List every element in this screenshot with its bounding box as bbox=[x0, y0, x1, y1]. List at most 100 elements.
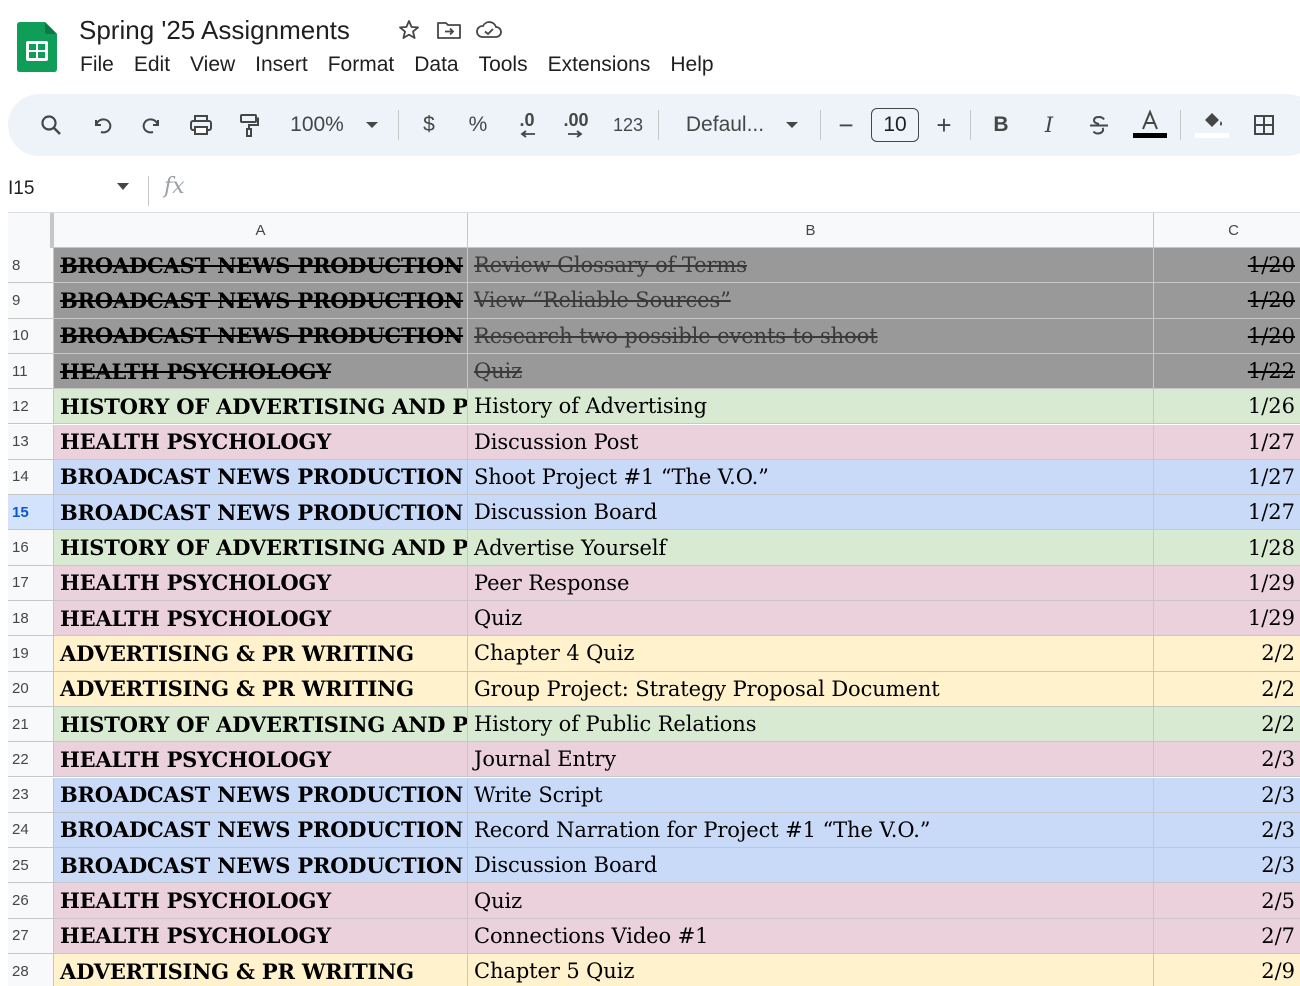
cell-course[interactable]: HEALTH PSYCHOLOGY bbox=[54, 601, 468, 636]
cell-course[interactable]: BROADCAST NEWS PRODUCTION bbox=[54, 283, 468, 318]
cell-assignment[interactable]: Connections Video #1 bbox=[468, 918, 1154, 953]
font-size-input[interactable]: 10 bbox=[871, 108, 919, 142]
cell-assignment[interactable]: Group Project: Strategy Proposal Documen… bbox=[468, 671, 1154, 706]
redo-icon[interactable] bbox=[136, 94, 166, 156]
cell-due-date[interactable]: 1/29 bbox=[1154, 601, 1300, 636]
text-color-icon[interactable] bbox=[1130, 94, 1170, 156]
menu-extensions[interactable]: Extensions bbox=[538, 48, 661, 82]
cell-assignment[interactable]: History of Advertising bbox=[468, 389, 1154, 424]
cell-course[interactable]: BROADCAST NEWS PRODUCTION bbox=[54, 495, 468, 530]
decrease-font-size-button[interactable]: − bbox=[834, 94, 858, 156]
cell-course[interactable]: BROADCAST NEWS PRODUCTION bbox=[54, 777, 468, 812]
row-header[interactable]: 16 bbox=[8, 530, 54, 565]
document-title[interactable]: Spring '25 Assignments bbox=[79, 12, 350, 48]
row-header[interactable]: 25 bbox=[8, 848, 54, 883]
cell-assignment[interactable]: Quiz bbox=[468, 601, 1154, 636]
cell-course[interactable]: HISTORY OF ADVERTISING AND PR bbox=[54, 706, 468, 742]
cell-assignment[interactable]: Write Script bbox=[468, 777, 1154, 812]
column-header-c[interactable]: C bbox=[1154, 213, 1300, 248]
row-header[interactable]: 11 bbox=[8, 353, 54, 389]
cell-assignment[interactable]: Quiz bbox=[468, 883, 1154, 918]
undo-icon[interactable] bbox=[88, 94, 118, 156]
cell-due-date[interactable]: 2/5 bbox=[1154, 883, 1300, 918]
row-header[interactable]: 18 bbox=[8, 601, 54, 636]
cell-due-date[interactable]: 2/3 bbox=[1154, 777, 1300, 812]
cell-due-date[interactable]: 2/2 bbox=[1154, 671, 1300, 706]
paint-format-icon[interactable] bbox=[234, 94, 264, 156]
strikethrough-icon[interactable] bbox=[1086, 94, 1112, 156]
cell-due-date[interactable]: 1/27 bbox=[1154, 424, 1300, 459]
cell-due-date[interactable]: 1/20 bbox=[1154, 248, 1300, 283]
cell-due-date[interactable]: 2/7 bbox=[1154, 918, 1300, 953]
row-header[interactable]: 12 bbox=[8, 389, 54, 424]
cell-course[interactable]: BROADCAST NEWS PRODUCTION bbox=[54, 459, 468, 495]
cell-due-date[interactable]: 1/28 bbox=[1154, 530, 1300, 565]
cell-due-date[interactable]: 2/2 bbox=[1154, 706, 1300, 742]
cell-due-date[interactable]: 1/27 bbox=[1154, 495, 1300, 530]
cloud-status-icon[interactable] bbox=[475, 16, 503, 44]
row-header[interactable]: 8 bbox=[8, 248, 54, 283]
cell-assignment[interactable]: Discussion Board bbox=[468, 848, 1154, 883]
sheets-logo-icon[interactable] bbox=[17, 22, 57, 72]
cell-due-date[interactable]: 2/3 bbox=[1154, 742, 1300, 777]
menu-data[interactable]: Data bbox=[404, 48, 468, 82]
font-dropdown-icon[interactable] bbox=[782, 94, 802, 156]
cell-assignment[interactable]: Peer Response bbox=[468, 565, 1154, 600]
cell-assignment[interactable]: Shoot Project #1 “The V.O.” bbox=[468, 459, 1154, 495]
cell-assignment[interactable]: Discussion Board bbox=[468, 495, 1154, 530]
cell-due-date[interactable]: 1/22 bbox=[1154, 353, 1300, 389]
more-formats-button[interactable]: 123 bbox=[610, 94, 646, 156]
row-header[interactable]: 21 bbox=[8, 706, 54, 742]
cell-assignment[interactable]: Record Narration for Project #1 “The V.O… bbox=[468, 812, 1154, 848]
cell-due-date[interactable]: 1/20 bbox=[1154, 283, 1300, 318]
column-header-a[interactable]: A bbox=[54, 213, 468, 248]
menu-help[interactable]: Help bbox=[660, 48, 723, 82]
cell-course[interactable]: ADVERTISING & PR WRITING bbox=[54, 954, 468, 986]
cell-course[interactable]: HISTORY OF ADVERTISING AND PR bbox=[54, 389, 468, 424]
row-header[interactable]: 27 bbox=[8, 918, 54, 953]
cell-due-date[interactable]: 1/20 bbox=[1154, 318, 1300, 353]
row-header[interactable]: 13 bbox=[8, 424, 54, 459]
cell-assignment[interactable]: Quiz bbox=[468, 353, 1154, 389]
print-icon[interactable] bbox=[186, 94, 216, 156]
row-header[interactable]: 26 bbox=[8, 883, 54, 918]
decrease-decimal-button[interactable]: .0 bbox=[510, 94, 544, 156]
row-header[interactable]: 15 bbox=[8, 495, 54, 530]
cell-course[interactable]: HEALTH PSYCHOLOGY bbox=[54, 883, 468, 918]
cell-assignment[interactable]: Chapter 4 Quiz bbox=[468, 636, 1154, 671]
zoom-dropdown-icon[interactable] bbox=[362, 94, 382, 156]
menu-file[interactable]: File bbox=[70, 48, 124, 82]
cell-assignment[interactable]: Journal Entry bbox=[468, 742, 1154, 777]
row-header[interactable]: 19 bbox=[8, 636, 54, 671]
row-header[interactable]: 14 bbox=[8, 459, 54, 495]
name-box[interactable]: I15 bbox=[8, 176, 34, 202]
menu-edit[interactable]: Edit bbox=[124, 48, 180, 82]
cell-course[interactable]: BROADCAST NEWS PRODUCTION bbox=[54, 248, 468, 283]
move-to-folder-icon[interactable] bbox=[435, 16, 463, 44]
menu-format[interactable]: Format bbox=[318, 48, 405, 82]
cell-due-date[interactable]: 2/3 bbox=[1154, 812, 1300, 848]
cell-course[interactable]: BROADCAST NEWS PRODUCTION bbox=[54, 318, 468, 353]
row-header[interactable]: 22 bbox=[8, 742, 54, 777]
column-header-b[interactable]: B bbox=[468, 213, 1154, 248]
currency-format-button[interactable]: $ bbox=[418, 94, 440, 156]
cell-due-date[interactable]: 2/3 bbox=[1154, 848, 1300, 883]
font-family-select[interactable]: Defaul... bbox=[680, 94, 770, 156]
row-header[interactable]: 23 bbox=[8, 777, 54, 812]
row-header[interactable]: 17 bbox=[8, 565, 54, 600]
cell-due-date[interactable]: 2/9 bbox=[1154, 954, 1300, 986]
italic-button[interactable]: I bbox=[1038, 94, 1060, 156]
cell-due-date[interactable]: 2/2 bbox=[1154, 636, 1300, 671]
cell-course[interactable]: HEALTH PSYCHOLOGY bbox=[54, 565, 468, 600]
increase-decimal-button[interactable]: .00 bbox=[558, 94, 594, 156]
cell-due-date[interactable]: 1/27 bbox=[1154, 459, 1300, 495]
cell-course[interactable]: BROADCAST NEWS PRODUCTION bbox=[54, 812, 468, 848]
cell-assignment[interactable]: Chapter 5 Quiz bbox=[468, 954, 1154, 986]
row-header[interactable]: 9 bbox=[8, 283, 54, 318]
row-header[interactable]: 10 bbox=[8, 318, 54, 353]
row-header[interactable]: 20 bbox=[8, 671, 54, 706]
search-menus-icon[interactable] bbox=[36, 94, 66, 156]
cell-assignment[interactable]: View “Reliable Sources” bbox=[468, 283, 1154, 318]
fill-color-icon[interactable] bbox=[1192, 94, 1232, 156]
cell-course[interactable]: HEALTH PSYCHOLOGY bbox=[54, 353, 468, 389]
